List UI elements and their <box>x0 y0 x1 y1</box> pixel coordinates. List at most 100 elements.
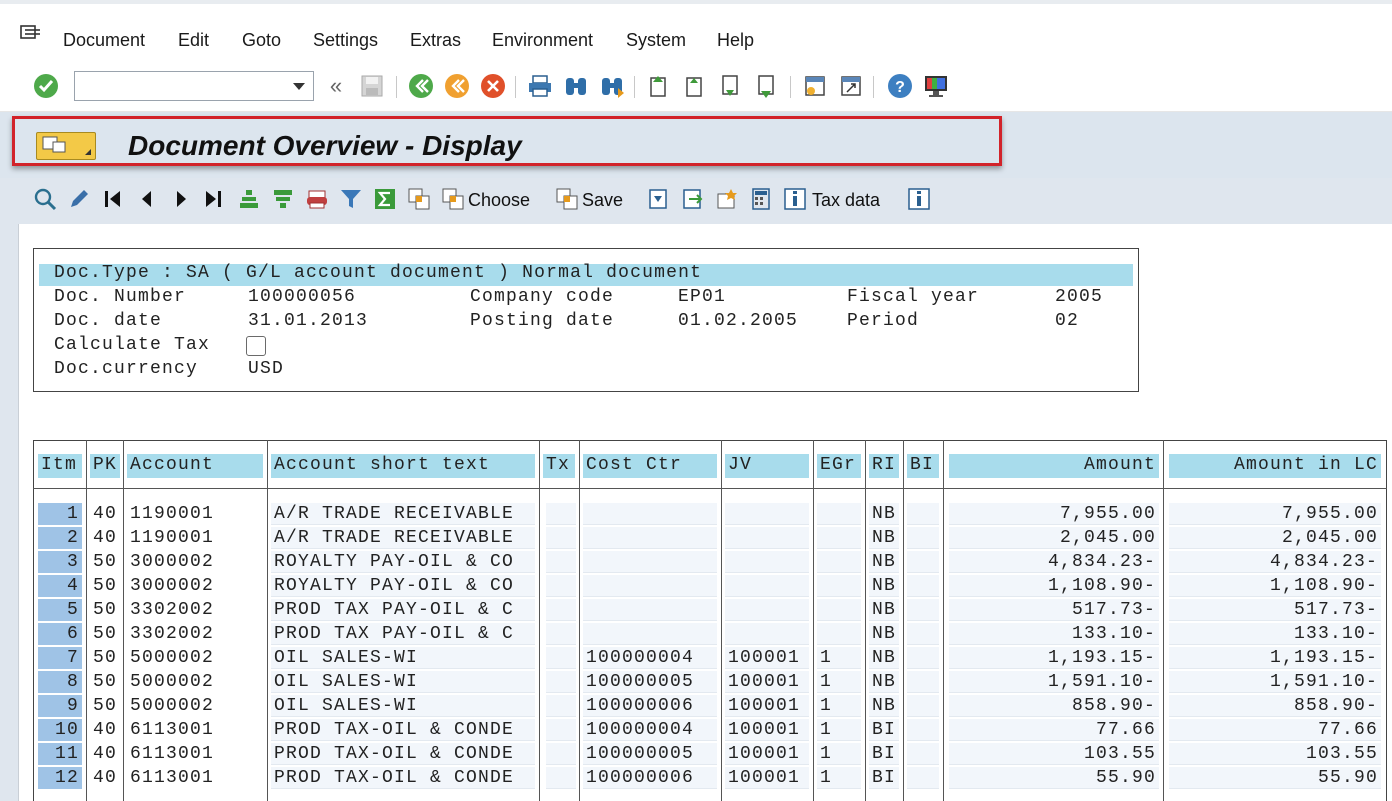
last-item-icon[interactable] <box>200 186 226 212</box>
menu-extras[interactable]: Extras <box>410 30 461 51</box>
cell-amount: 2,045.00 <box>949 527 1159 549</box>
col-jv[interactable]: JV <box>725 454 809 478</box>
layout-icon[interactable] <box>922 72 950 100</box>
first-page-icon[interactable] <box>645 72 673 100</box>
tax-data-info-icon[interactable] <box>782 186 808 212</box>
previous-item-icon[interactable] <box>134 186 160 212</box>
table-row[interactable]: 7 50 5000002 OIL SALES-WI 100000004 100001 1 NB… <box>0 646 1392 670</box>
cell-account: 1190001 <box>130 504 215 524</box>
col-amount-in-lc[interactable]: Amount in LC <box>1169 454 1381 478</box>
table-row[interactable]: 1 40 1190001 A/R TRADE RECEIVABLE NB 7,955.00… <box>0 502 1392 526</box>
cell-jv <box>725 623 809 645</box>
table-row[interactable]: 12 40 6113001 PROD TAX-OIL & CONDE 100000006… <box>0 766 1392 790</box>
menu-environment[interactable]: Environment <box>492 30 593 51</box>
choose-button[interactable]: Choose <box>468 190 530 211</box>
table-row[interactable]: 10 40 6113001 PROD TAX-OIL & CONDE 100000004… <box>0 718 1392 742</box>
cell-amount-lc: 55.90 <box>1169 767 1381 789</box>
next-page-icon[interactable] <box>717 72 745 100</box>
print-preview-icon[interactable] <box>304 186 330 212</box>
col-itm[interactable]: Itm <box>38 454 82 478</box>
first-item-icon[interactable] <box>100 186 126 212</box>
document-transfer-icon[interactable] <box>680 186 706 212</box>
cell-egr: 1 <box>817 647 861 669</box>
last-page-icon[interactable] <box>753 72 781 100</box>
find-next-icon[interactable] <box>598 72 626 100</box>
col-account[interactable]: Account <box>127 454 263 478</box>
cell-text: ROYALTY PAY-OIL & CO <box>271 575 535 597</box>
cell-tx <box>546 767 576 789</box>
display-document-icon[interactable] <box>32 186 58 212</box>
create-session-icon[interactable] <box>801 72 829 100</box>
table-row[interactable]: 2 40 1190001 A/R TRADE RECEIVABLE NB 2,045.00… <box>0 526 1392 550</box>
table-row[interactable]: 5 50 3302002 PROD TAX PAY-OIL & C NB 517.73- 5… <box>0 598 1392 622</box>
save-icon[interactable] <box>358 72 386 100</box>
calculator-icon[interactable] <box>748 186 774 212</box>
doc-date-value: 31.01.2013 <box>248 311 369 331</box>
col-amount[interactable]: Amount <box>949 454 1159 478</box>
menu-settings[interactable]: Settings <box>313 30 378 51</box>
back-icon[interactable] <box>407 72 435 100</box>
table-row[interactable]: 4 50 3000002 ROYALTY PAY-OIL & CO NB 1,108.90… <box>0 574 1392 598</box>
cell-bi <box>907 623 939 645</box>
menu-help[interactable]: Help <box>717 30 754 51</box>
calculate-tax-checkbox[interactable] <box>246 336 266 356</box>
cell-itm: 3 <box>38 551 82 573</box>
cell-account: 3000002 <box>130 576 215 596</box>
cell-bi <box>907 599 939 621</box>
info-icon[interactable] <box>906 186 932 212</box>
sort-ascending-icon[interactable] <box>236 186 262 212</box>
chevron-down-icon[interactable] <box>293 83 305 90</box>
back-arrows-icon[interactable]: « <box>322 72 350 100</box>
tax-data-button[interactable]: Tax data <box>812 190 880 211</box>
col-ri[interactable]: RI <box>869 454 899 478</box>
cell-bi <box>907 695 939 717</box>
save-layout-icon[interactable] <box>554 186 580 212</box>
sum-icon[interactable] <box>372 186 398 212</box>
edit-pencil-icon[interactable] <box>66 186 92 212</box>
find-icon[interactable] <box>562 72 590 100</box>
table-row[interactable]: 6 50 3302002 PROD TAX PAY-OIL & C NB 133.10- 1… <box>0 622 1392 646</box>
sort-descending-icon[interactable] <box>270 186 296 212</box>
col-egr[interactable]: EGr <box>817 454 861 478</box>
exit-icon[interactable] <box>443 72 471 100</box>
save-button[interactable]: Save <box>582 190 623 211</box>
help-icon[interactable]: ? <box>886 72 914 100</box>
table-row[interactable]: 8 50 5000002 OIL SALES-WI 100000005 100001 1 NB… <box>0 670 1392 694</box>
table-row[interactable]: 9 50 5000002 OIL SALES-WI 100000006 100001 1 NB… <box>0 694 1392 718</box>
folder-star-icon[interactable] <box>714 186 740 212</box>
menu-system[interactable]: System <box>626 30 686 51</box>
col-tx[interactable]: Tx <box>543 454 575 478</box>
table-row[interactable]: 11 40 6113001 PROD TAX-OIL & CONDE 100000005… <box>0 742 1392 766</box>
menu-goto[interactable]: Goto <box>242 30 281 51</box>
select-layout-icon[interactable] <box>406 186 432 212</box>
page-title: Document Overview - Display <box>128 130 522 161</box>
filter-icon[interactable] <box>338 186 364 212</box>
choose-icon[interactable] <box>440 186 466 212</box>
enter-icon[interactable] <box>32 72 60 100</box>
cell-egr: 1 <box>817 743 861 765</box>
table-row[interactable]: 3 50 3000002 ROYALTY PAY-OIL & CO NB 4,834.23… <box>0 550 1392 574</box>
previous-page-icon[interactable] <box>681 72 709 100</box>
col-cost-ctr[interactable]: Cost Ctr <box>583 454 717 478</box>
export-icon[interactable] <box>646 186 672 212</box>
command-field[interactable] <box>74 71 314 101</box>
col-pk[interactable]: PK <box>90 454 120 478</box>
cancel-icon[interactable] <box>479 72 507 100</box>
shortcut-icon[interactable] <box>837 72 865 100</box>
col-account-short-text[interactable]: Account short text <box>271 454 535 478</box>
print-icon[interactable] <box>526 72 554 100</box>
toolbar-separator <box>873 76 874 98</box>
cell-pk: 50 <box>93 552 118 572</box>
next-item-icon[interactable] <box>168 186 194 212</box>
cell-account: 1190001 <box>130 528 215 548</box>
menu-edit[interactable]: Edit <box>178 30 209 51</box>
cell-text: OIL SALES-WI <box>271 671 535 693</box>
command-input[interactable] <box>75 72 285 100</box>
cell-text: ROYALTY PAY-OIL & CO <box>271 551 535 573</box>
cell-ri: NB <box>869 551 899 573</box>
screen-menu-button[interactable] <box>36 132 96 160</box>
menu-toggle-icon[interactable] <box>20 24 42 44</box>
col-bi[interactable]: BI <box>907 454 939 478</box>
menu-document[interactable]: Document <box>63 30 145 51</box>
cell-egr: 1 <box>817 719 861 741</box>
